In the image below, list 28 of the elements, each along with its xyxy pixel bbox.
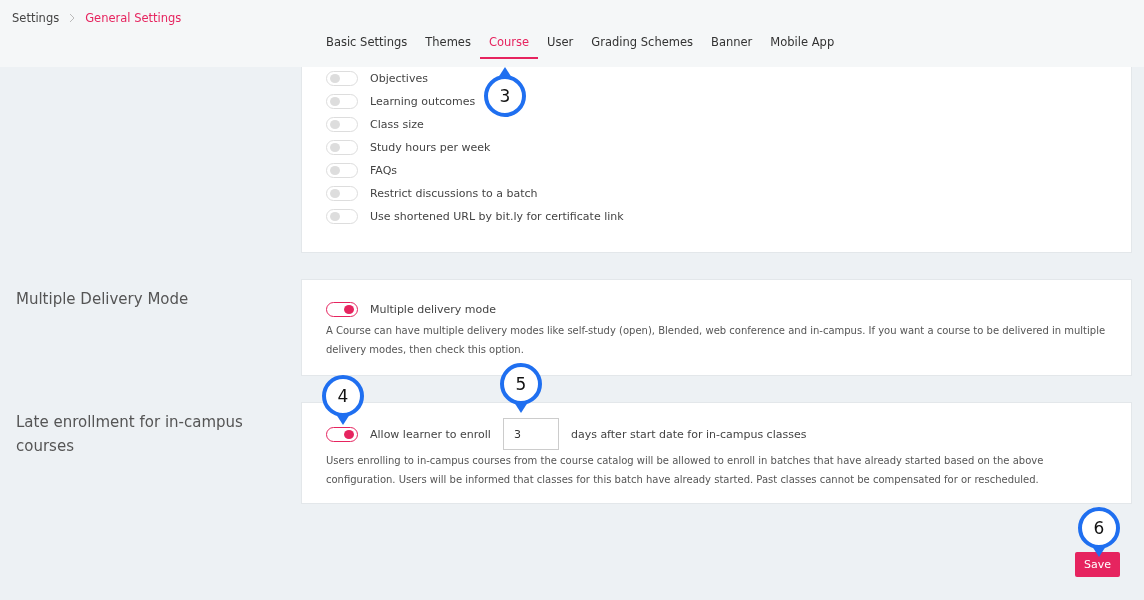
tab[interactable]: Grading Schemes (582, 30, 702, 59)
option-label: Learning outcomes (370, 95, 476, 108)
option-label: Class size (370, 118, 424, 131)
breadcrumb-link[interactable]: General Settings (85, 11, 182, 25)
save-button[interactable]: Save (1075, 552, 1120, 577)
option-label: Study hours per week (370, 141, 491, 154)
section-description: A Course can have multiple delivery modes like self-study (open), Blended, web conference and in-campus. If you want a course to be delivered in multiple delivery modes, then check this option. (326, 324, 1107, 357)
toggle-switch[interactable] (326, 426, 358, 442)
section-description: Users enrolling to in-campus courses from the course catalog will be allowed to enroll in batches that have already started based on the above configuration. Users will be informed that classes for this batch have already started. Past classes cannot be compensated for or rescheduled. (326, 454, 1045, 487)
tab[interactable]: Banner (702, 30, 762, 59)
toggle-label: Multiple delivery mode (370, 303, 497, 316)
tab[interactable]: User (538, 30, 583, 59)
option-label: Use shortened URL by bit.ly for certificate link (370, 210, 624, 223)
section-title: Late enrollment for in-campus courses (15, 412, 244, 457)
option-label: Restrict discussions to a batch (370, 187, 538, 200)
tab[interactable]: Course (479, 30, 539, 59)
tab[interactable]: Mobile App (761, 30, 844, 59)
tab[interactable]: Themes (416, 30, 480, 59)
days-suffix: days after start date for in-campus classes (570, 427, 807, 441)
option-label: FAQs (370, 164, 398, 177)
days-field[interactable]: 3 (502, 418, 559, 450)
breadcrumb-link[interactable]: Settings (12, 11, 60, 25)
section-title: Multiple Delivery Mode (15, 289, 190, 310)
chevron-right-icon (69, 13, 76, 23)
option-label: Objectives (370, 72, 428, 85)
tab[interactable]: Basic Settings (317, 30, 417, 59)
toggle-label: Allow learner to enroll (370, 427, 491, 441)
toggle-switch[interactable] (326, 302, 358, 317)
